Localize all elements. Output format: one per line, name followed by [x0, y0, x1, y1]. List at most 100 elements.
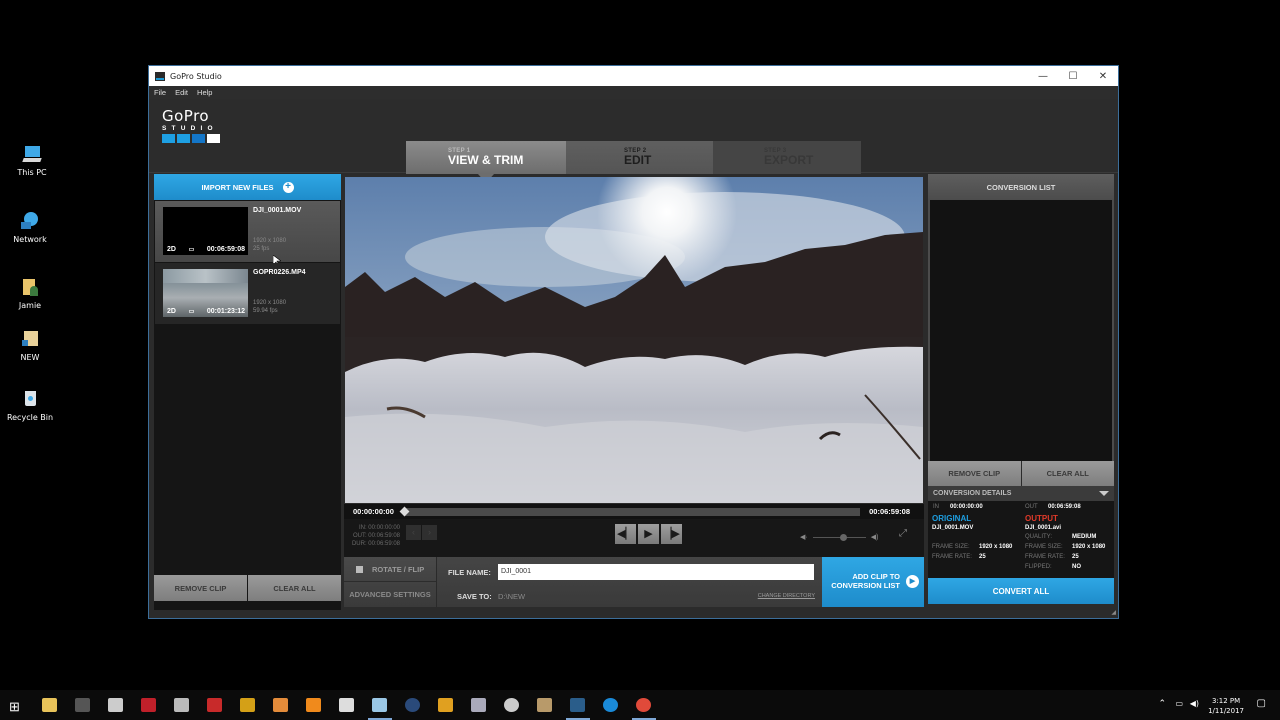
- media-bin-panel: IMPORT NEW FILES + 2D ▭ 00:06:59:08 DJI_…: [154, 174, 341, 610]
- taskbar-game-4-icon[interactable]: [207, 698, 222, 712]
- chevron-left-icon: ‹: [412, 527, 415, 537]
- menu-edit[interactable]: Edit: [175, 88, 188, 97]
- close-button[interactable]: ✕: [1088, 66, 1118, 86]
- duration-value: 00:06:59:08: [368, 541, 400, 547]
- taskbar-notepad-n-icon[interactable]: [174, 698, 189, 712]
- desktop-icon-new[interactable]: NEW: [0, 330, 60, 362]
- clip-duration: 00:06:59:08: [206, 245, 245, 253]
- taskbar-geforce-icon[interactable]: [141, 698, 156, 712]
- taskbar-steam-icon[interactable]: [405, 698, 420, 712]
- taskbar-game-controller-icon[interactable]: [75, 698, 90, 712]
- step-back-button[interactable]: ◀▏: [615, 524, 636, 544]
- volume-handle[interactable]: [839, 533, 847, 541]
- action-center-icon[interactable]: ▢: [1257, 698, 1266, 709]
- save-to-path: D:\NEW: [498, 592, 526, 601]
- menu-help[interactable]: Help: [197, 88, 212, 97]
- timeline-scrubber[interactable]: 00:00:00:00 00:06:59:08: [344, 504, 924, 519]
- minimize-button[interactable]: —: [1028, 66, 1058, 86]
- taskbar-app-orange-icon[interactable]: [438, 698, 453, 712]
- window-title: GoPro Studio: [170, 71, 222, 81]
- desktop-icon-jamie[interactable]: Jamie: [0, 278, 60, 310]
- change-directory-link[interactable]: CHANGE DIRECTORY: [758, 593, 815, 599]
- taskbar-notepad-icon[interactable]: [372, 698, 387, 712]
- total-timecode: 00:06:59:08: [869, 507, 910, 516]
- volume-tray-icon[interactable]: ◀): [1190, 699, 1199, 708]
- logo-squares: [162, 134, 234, 143]
- conversion-clear-all-button[interactable]: CLEAR ALL: [1021, 461, 1114, 486]
- conversion-remove-clip-button[interactable]: REMOVE CLIP: [928, 461, 1021, 486]
- tab-view-trim[interactable]: STEP 1 VIEW & TRIM: [406, 141, 566, 183]
- mark-in-button[interactable]: ‹: [406, 525, 421, 540]
- output-quality: MEDIUM: [1072, 534, 1097, 540]
- taskbar-app-clip-icon[interactable]: [537, 698, 552, 712]
- playback-controls: IN: 00:00:00:00 OUT: 00:06:59:08 DUR: 00…: [344, 519, 924, 557]
- step-forward-button[interactable]: ▕▶: [661, 524, 682, 544]
- clock-date: 1/11/2017: [1208, 707, 1244, 715]
- volume-high-icon: ◀): [870, 534, 879, 541]
- network-icon: [19, 212, 41, 232]
- out-point-value: 00:06:59:08: [368, 533, 400, 539]
- taskbar-paint-brush-icon[interactable]: [471, 698, 486, 712]
- taskbar-calculator-icon[interactable]: [339, 698, 354, 712]
- plus-circle-icon: +: [282, 181, 294, 193]
- resize-grip-icon[interactable]: ◢: [1111, 609, 1116, 616]
- file-name-label: FILE NAME:: [448, 568, 491, 577]
- video-frame: [345, 177, 923, 503]
- clip-item[interactable]: 2D ▭ 00:06:59:08 DJI_0001.MOV 1920 x 108…: [155, 201, 340, 267]
- desktop-icon-network[interactable]: Network: [0, 212, 60, 244]
- taskbar-quicktime-icon[interactable]: [603, 698, 618, 712]
- clip-item[interactable]: 2D ▭ 00:01:23:12 GOPR0226.MP4 1920 x 108…: [155, 263, 340, 324]
- mark-out-button[interactable]: ›: [422, 525, 437, 540]
- clear-all-button[interactable]: CLEAR ALL: [248, 575, 341, 601]
- add-clip-to-conversion-list-button[interactable]: ADD CLIP TO CONVERSION LIST ▶: [822, 557, 924, 607]
- advanced-settings-button[interactable]: ADVANCED SETTINGS: [344, 582, 436, 606]
- taskbar-paint-app-icon[interactable]: [273, 698, 288, 712]
- import-new-files-button[interactable]: IMPORT NEW FILES +: [154, 174, 341, 200]
- taskbar-vlc-icon[interactable]: [306, 698, 321, 712]
- taskbar-steam-client-icon[interactable]: [108, 698, 123, 712]
- taskbar-file-explorer-icon[interactable]: [42, 698, 57, 712]
- play-circle-icon: ▶: [906, 575, 919, 588]
- volume-slider[interactable]: [812, 533, 866, 541]
- conversion-list-header: CONVERSION LIST: [928, 174, 1114, 200]
- rotate-flip-checkbox[interactable]: [356, 565, 363, 573]
- remove-clip-button[interactable]: REMOVE CLIP: [154, 575, 247, 601]
- output-file: DJI_0001.avi: [1025, 525, 1062, 531]
- gopro-app-icon: [155, 71, 165, 81]
- details-out-value: 00:06:59:08: [1048, 504, 1081, 510]
- logo-brand: GoPro: [162, 107, 210, 125]
- taskbar-rockstar-icon[interactable]: [240, 698, 255, 712]
- in-point-value: 00:00:00:00: [368, 525, 400, 531]
- player-panel: 00:00:00:00 00:06:59:08 IN: 00:00:00:00 …: [344, 174, 924, 610]
- menu-bar: File Edit Help: [149, 86, 1118, 99]
- convert-all-button[interactable]: CONVERT ALL: [928, 578, 1114, 604]
- gopro-studio-logo: GoPro STUDIO: [162, 109, 234, 143]
- logo-square: [177, 134, 190, 143]
- clock[interactable]: 3:12 PM 1/11/2017: [1208, 696, 1244, 716]
- show-hidden-icons-chevron-icon[interactable]: ⌃: [1158, 699, 1166, 709]
- desktop-icon-recycle-bin[interactable]: Recycle Bin: [0, 390, 60, 422]
- timeline-track[interactable]: [404, 508, 860, 516]
- folder-shortcut-icon: [19, 330, 41, 350]
- taskbar-gopro-studio-icon[interactable]: [570, 698, 585, 712]
- file-name-input[interactable]: [498, 564, 814, 580]
- conversion-list[interactable]: [928, 200, 1114, 461]
- tab-edit[interactable]: STEP 2 EDIT: [566, 141, 713, 174]
- menu-file[interactable]: File: [154, 88, 166, 97]
- video-preview[interactable]: [345, 177, 923, 503]
- taskbar-chrome-icon[interactable]: [636, 698, 651, 712]
- computer-icon: [21, 145, 43, 165]
- clip-name: GOPR0226.MP4: [253, 269, 306, 276]
- clip-thumbnail: 2D ▭ 00:06:59:08: [163, 207, 248, 255]
- rotate-flip-toggle[interactable]: ROTATE / FLIP: [344, 557, 436, 582]
- play-button[interactable]: ▶: [638, 524, 659, 544]
- maximize-button[interactable]: ☐: [1058, 66, 1088, 86]
- taskbar-start-icon[interactable]: ⊞: [9, 698, 24, 714]
- logo-square: [162, 134, 175, 143]
- conversion-details-header[interactable]: CONVERSION DETAILS: [928, 486, 1114, 501]
- fullscreen-button[interactable]: ⤢: [899, 528, 907, 539]
- desktop-icon-this-pc[interactable]: This PC: [2, 145, 62, 177]
- network-tray-icon[interactable]: ▭: [1175, 699, 1183, 708]
- taskbar-webcam-icon[interactable]: [504, 698, 519, 712]
- volume-control: ◀· ◀): [800, 533, 878, 541]
